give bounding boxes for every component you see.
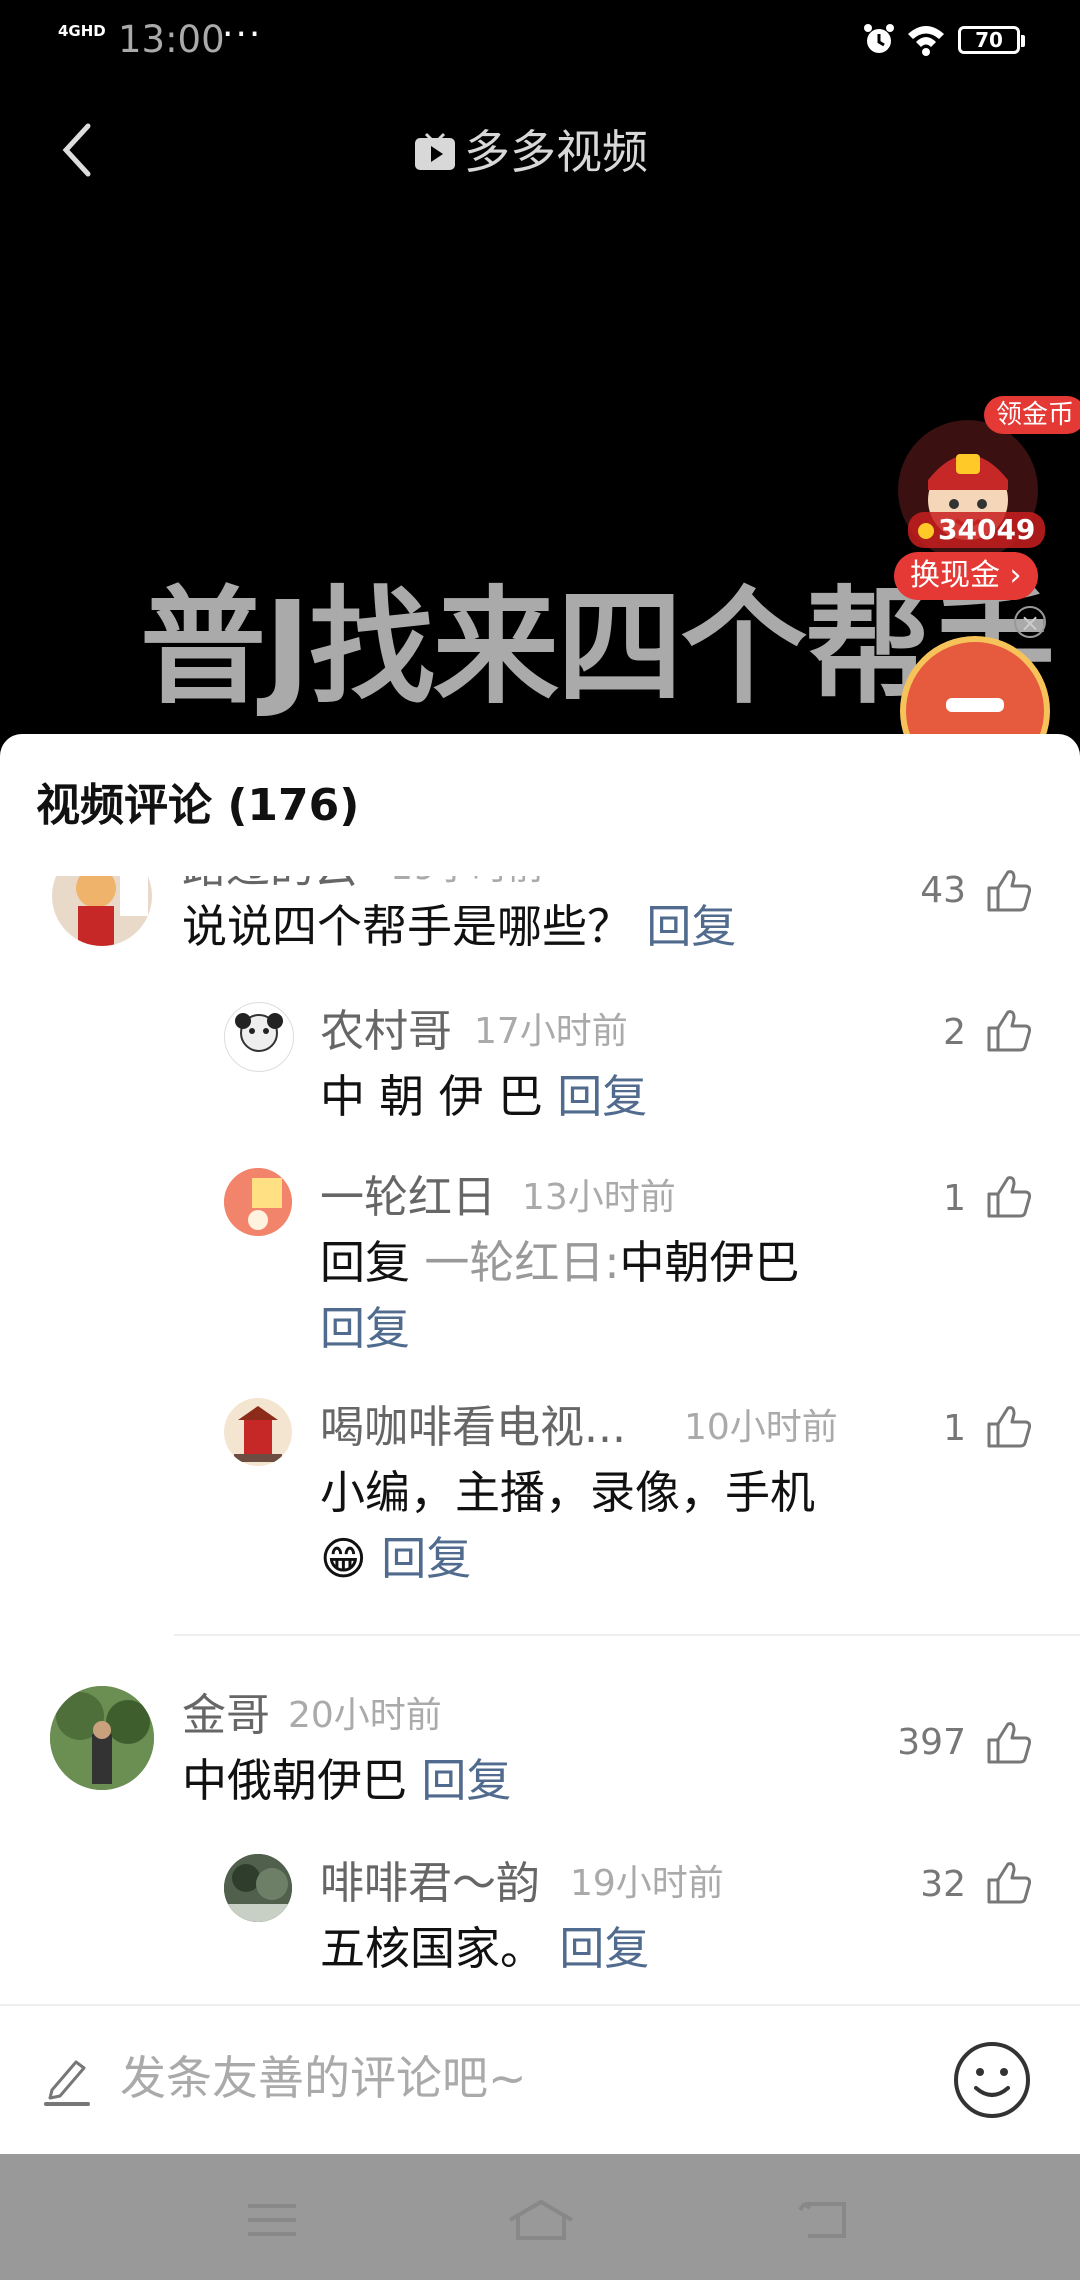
wifi-icon: [908, 26, 944, 56]
comment-body: 中朝伊巴: [619, 1236, 800, 1289]
avatar[interactable]: [224, 1854, 292, 1922]
back-icon[interactable]: [796, 2198, 852, 2242]
comment-time: 17小时前: [474, 1011, 628, 1052]
comment-time: 19小时前: [570, 1863, 724, 1904]
commenter-name[interactable]: 喝咖啡看电视...: [320, 1400, 626, 1456]
like-count: 1: [943, 1178, 966, 1219]
like-count: 1: [943, 1408, 966, 1449]
comment-text: 小编，主播，录像，手机: [320, 1466, 816, 1519]
comment-input-bar[interactable]: 发条友善的评论吧~: [0, 2004, 1080, 2156]
clock: 13:00: [118, 18, 225, 61]
exchange-cash-label: 换现金: [910, 558, 1000, 593]
comment-text-line2: 😁 回复: [320, 1526, 471, 1592]
commenter-name[interactable]: 路过的云: [182, 876, 358, 896]
thread-divider: [174, 1634, 1080, 1636]
commenter-name[interactable]: 农村哥: [320, 1004, 452, 1060]
comment-text: 中俄朝伊巴 回复: [182, 1748, 511, 1814]
status-bar: 4GHD 13:00 ··· 70: [0, 0, 1080, 80]
coin-widget[interactable]: 领金币 34049 换现金 › ×: [888, 396, 1080, 786]
page-title-text: 多多视频: [464, 125, 648, 179]
comment-text: 中 朝 伊 巴 回复: [320, 1064, 647, 1130]
comment-time: 20小时前: [288, 1695, 442, 1736]
reply-button[interactable]: 回复: [381, 1532, 471, 1585]
like-count: 2: [943, 1012, 966, 1053]
emoji-icon[interactable]: [952, 2040, 1032, 2120]
like-count: 43: [920, 870, 966, 911]
exchange-cash-button[interactable]: 换现金 ›: [894, 552, 1038, 600]
reply-button[interactable]: 回复: [421, 1754, 511, 1807]
pen-icon: [44, 2060, 90, 2106]
menu-icon[interactable]: [244, 2198, 300, 2242]
comment-input[interactable]: 发条友善的评论吧~: [120, 2048, 527, 2108]
commenter-name[interactable]: 金哥: [182, 1688, 270, 1744]
reply-button[interactable]: 回复: [646, 900, 736, 953]
comment-body: 说说四个帮手是哪些？: [182, 900, 633, 953]
more-status-dots: ···: [222, 14, 263, 55]
back-arrow-icon[interactable]: [58, 120, 98, 180]
network-indicator: 4GHD: [58, 22, 106, 40]
system-nav-bar: [0, 2154, 1080, 2280]
like-count: 397: [897, 1722, 966, 1763]
avatar[interactable]: [224, 1168, 292, 1236]
thumb-up-icon[interactable]: [986, 1008, 1032, 1052]
comment-time: 19小时前: [390, 876, 544, 896]
avatar[interactable]: [224, 1002, 294, 1072]
thumb-up-icon[interactable]: [986, 1860, 1032, 1904]
comment-text: 说说四个帮手是哪些？ 回复: [182, 894, 736, 960]
home-icon[interactable]: [506, 2198, 576, 2242]
comment-text: 回复 一轮红日:中朝伊巴: [320, 1230, 800, 1296]
coin-count-value: 34049: [938, 513, 1036, 546]
avatar[interactable]: [50, 1686, 154, 1790]
comment-text: 五核国家。 回复: [320, 1916, 649, 1982]
reply-button[interactable]: 回复: [557, 1070, 647, 1123]
battery-indicator: 70: [958, 26, 1025, 54]
like-count: 32: [920, 1864, 966, 1905]
get-coins-badge[interactable]: 领金币: [984, 396, 1080, 434]
avatar[interactable]: [224, 1398, 292, 1466]
coin-dot-icon: [918, 523, 934, 539]
comment-time: 10小时前: [684, 1407, 838, 1448]
reply-prefix: 回复: [320, 1236, 411, 1289]
alarm-icon: [864, 24, 894, 53]
comment-body: 中俄朝伊巴: [182, 1754, 408, 1807]
comment-body: 五核国家。: [320, 1922, 546, 1975]
thumb-up-icon[interactable]: [986, 1404, 1032, 1448]
reply-button[interactable]: 回复: [559, 1922, 649, 1975]
grin-emoji: 😁: [320, 1532, 367, 1585]
reply-button[interactable]: 回复: [320, 1296, 410, 1362]
comment-body: 中 朝 伊 巴: [320, 1070, 543, 1123]
commenter-name[interactable]: 啡啡君～韵: [320, 1856, 540, 1912]
chevron-right-icon: ›: [1000, 558, 1022, 593]
comment-time: 13小时前: [522, 1177, 676, 1218]
thumb-up-icon[interactable]: [986, 1720, 1032, 1764]
page-title: 多多视频: [414, 120, 648, 184]
video-play-icon: [415, 132, 455, 170]
quoted-user[interactable]: 一轮红日:: [424, 1236, 619, 1289]
thumb-up-icon[interactable]: [986, 1174, 1032, 1218]
commenter-name[interactable]: 一轮红日: [320, 1170, 496, 1226]
avatar[interactable]: [52, 876, 152, 946]
coin-count: 34049: [908, 512, 1046, 548]
comments-title: 视频评论 (176): [36, 780, 360, 831]
close-icon[interactable]: ×: [1014, 606, 1046, 638]
thumb-up-icon[interactable]: [986, 868, 1032, 912]
